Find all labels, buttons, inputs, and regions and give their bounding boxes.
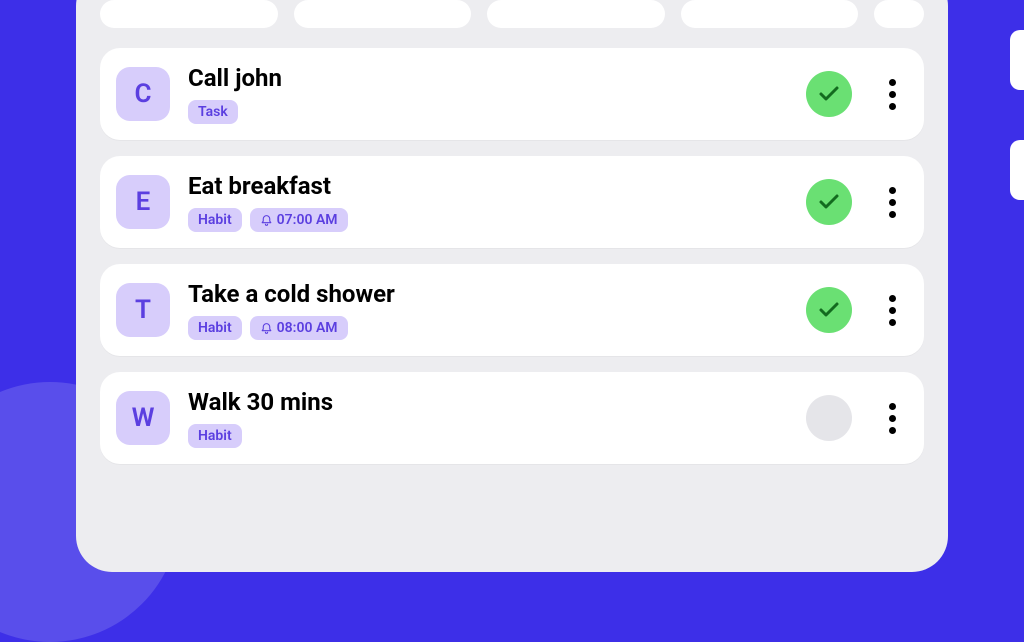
type-chip: Habit	[188, 424, 242, 448]
complete-button[interactable]	[806, 179, 852, 225]
item-body: Walk 30 mins Habit	[188, 388, 788, 448]
more-button[interactable]	[880, 403, 904, 434]
check-icon	[817, 190, 841, 214]
device-notch	[1010, 30, 1024, 90]
item-title: Take a cold shower	[188, 280, 788, 308]
filter-pill[interactable]	[874, 0, 924, 28]
type-chip: Task	[188, 100, 238, 124]
item-title: Walk 30 mins	[188, 388, 788, 416]
time-label: 08:00 AM	[277, 320, 338, 336]
item-avatar: E	[116, 175, 170, 229]
filter-row	[100, 0, 924, 28]
filter-pill[interactable]	[487, 0, 665, 28]
more-vertical-icon	[889, 187, 896, 194]
complete-button[interactable]	[806, 395, 852, 441]
filter-pill[interactable]	[681, 0, 859, 28]
item-title: Eat breakfast	[188, 172, 788, 200]
bell-icon	[260, 214, 273, 227]
item-avatar: W	[116, 391, 170, 445]
item-body: Eat breakfast Habit 07:00 AM	[188, 172, 788, 232]
bell-icon	[260, 322, 273, 335]
complete-button[interactable]	[806, 287, 852, 333]
item-title: Call john	[188, 64, 788, 92]
more-vertical-icon	[889, 403, 896, 410]
item-chips: Habit 07:00 AM	[188, 208, 788, 232]
item-avatar: T	[116, 283, 170, 337]
more-button[interactable]	[880, 295, 904, 326]
check-icon	[817, 298, 841, 322]
time-chip: 08:00 AM	[250, 316, 348, 340]
item-chips: Habit	[188, 424, 788, 448]
filter-pill[interactable]	[100, 0, 278, 28]
time-chip: 07:00 AM	[250, 208, 348, 232]
list-item[interactable]: E Eat breakfast Habit 07:00 AM	[100, 156, 924, 248]
more-vertical-icon	[889, 79, 896, 86]
item-chips: Task	[188, 100, 788, 124]
item-body: Call john Task	[188, 64, 788, 124]
more-button[interactable]	[880, 187, 904, 218]
list-item[interactable]: T Take a cold shower Habit 08:00 AM	[100, 264, 924, 356]
device-notch	[1010, 140, 1024, 200]
filter-pill[interactable]	[294, 0, 472, 28]
app-panel: C Call john Task E Eat breakfast Habit 0…	[76, 0, 948, 572]
type-chip: Habit	[188, 208, 242, 232]
list-item[interactable]: W Walk 30 mins Habit	[100, 372, 924, 464]
list-item[interactable]: C Call john Task	[100, 48, 924, 140]
more-vertical-icon	[889, 295, 896, 302]
check-icon	[817, 82, 841, 106]
item-chips: Habit 08:00 AM	[188, 316, 788, 340]
item-avatar: C	[116, 67, 170, 121]
type-chip: Habit	[188, 316, 242, 340]
more-button[interactable]	[880, 79, 904, 110]
complete-button[interactable]	[806, 71, 852, 117]
time-label: 07:00 AM	[277, 212, 338, 228]
item-body: Take a cold shower Habit 08:00 AM	[188, 280, 788, 340]
